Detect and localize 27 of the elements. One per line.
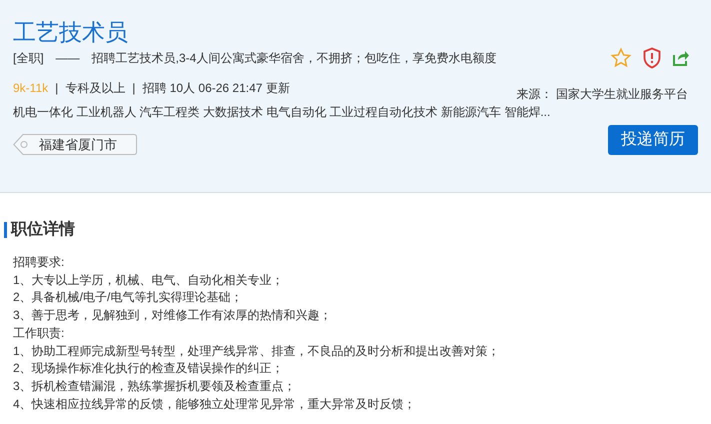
salary-range: 9k-11k <box>13 80 48 97</box>
detail-line: 招聘要求: <box>13 254 64 271</box>
location-tag: 福建省厦门市 <box>13 134 137 155</box>
job-summary: 招聘工艺技术员,3-4人间公寓式豪华宿舍，不拥挤；包吃住，享免费水电额度 <box>92 50 496 67</box>
star-icon[interactable] <box>610 47 632 69</box>
separator: | <box>55 80 58 97</box>
apply-button[interactable]: 投递简历 <box>608 125 698 155</box>
section-heading: 职位详情 <box>11 219 75 240</box>
job-meta: 招聘 10人 06-26 21:47 更新 <box>142 80 290 97</box>
detail-line: 工作职责: <box>13 324 64 342</box>
dash: —— <box>56 50 80 67</box>
share-icon[interactable] <box>672 49 690 67</box>
heading-accent <box>4 222 7 238</box>
detail-line: 1、协助工程师完成新型号转型，处理产线异常、排查，不良品的及时分析和提出改善对策； <box>13 342 500 360</box>
detail-line: 4、快速相应拉线异常的反馈，能够独立处理常见异常，重大异常及时反馈； <box>13 396 416 413</box>
shield-alert-icon[interactable] <box>642 47 662 69</box>
detail-line: 3、拆机检查错漏混，熟练掌握拆机要领及检查重点； <box>13 378 296 395</box>
detail-line: 2、现场操作标准化执行的检查及错误操作的纠正； <box>13 360 284 378</box>
detail-line: 3、善于思考，见解独到，对维修工作有浓厚的热情和兴趣； <box>13 307 332 324</box>
detail-line: 2、具备机械/电子/电气等扎实得理论基础； <box>13 289 242 306</box>
skill-tags: 机电一体化 工业机器人 汽车工程类 大数据技术 电气自动化 工业过程自动化技术 新能源汽车 智能焊... <box>13 103 550 121</box>
separator: | <box>132 80 136 97</box>
job-title: 工艺技术员 <box>13 18 128 47</box>
source-text: 来源： 国家大学生就业服务平台 <box>516 86 688 103</box>
job-meta: 专科及以上 <box>65 80 126 97</box>
detail-line: 1、大专以上学历，机械、电气、自动化相关专业； <box>13 272 284 289</box>
job-type: [全职] <box>13 50 44 67</box>
